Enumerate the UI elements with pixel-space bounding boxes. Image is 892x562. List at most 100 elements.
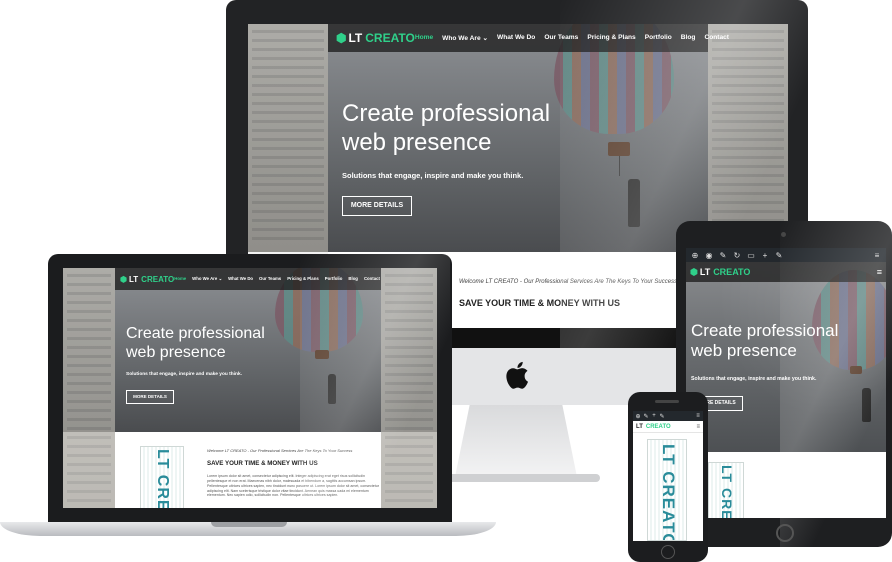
comment-icon[interactable]: ▭ (744, 251, 758, 260)
nav-item-portfolio[interactable]: Portfolio (325, 276, 343, 282)
brush-icon[interactable]: ✎ (642, 413, 650, 420)
logo-name: CREATO (713, 267, 751, 277)
site-navbar: ⬢ LT CREATO Home Who We Are ⌄ What We Do… (115, 268, 381, 290)
balloon-rope (619, 156, 620, 176)
refresh-icon[interactable]: ↻ (730, 251, 744, 260)
hamburger-menu-icon[interactable]: ≡ (696, 424, 700, 430)
welcome-text: Welcome LT CREATO - Our Professional Ser… (207, 448, 353, 453)
vertical-image-text: LT CREATO (719, 465, 735, 518)
hero-title-line: web presence (126, 344, 226, 362)
imac-stand (455, 405, 577, 477)
person-figure (628, 179, 640, 227)
nav-item-who-we-are[interactable]: Who We Are ⌄ (442, 34, 488, 42)
tablet-home-button[interactable] (776, 524, 794, 542)
logo-mark: LT (348, 31, 363, 45)
person-figure (328, 374, 336, 404)
phone-home-button[interactable] (661, 545, 675, 559)
lt-creato-vertical-image: LT CREATO (708, 462, 744, 518)
save-heading: SAVE YOUR TIME & MONEY WITH US (207, 460, 318, 467)
imac-foot (430, 474, 600, 482)
nav-item-label: Who We Are (192, 276, 218, 281)
hero-title-line: Create professional (691, 321, 839, 340)
logo-name: CREATO (645, 423, 671, 430)
chevron-down-icon: ⌄ (218, 276, 223, 281)
logo-mark: LT (636, 423, 643, 430)
site-logo[interactable]: LT CREATO (636, 424, 671, 430)
nav-item-blog[interactable]: Blog (681, 34, 696, 42)
logo-name: CREATO (365, 31, 415, 45)
tablet-camera (781, 232, 786, 237)
site-navbar: LT CREATO ≡ (633, 421, 703, 433)
nav-item-label: Who We Are (442, 35, 481, 42)
nav-item-pricing-plans[interactable]: Pricing & Plans (587, 34, 635, 42)
laptop-screen: ⬢ LT CREATO Home Who We Are ⌄ What We Do… (63, 268, 437, 508)
hero-title: Create professional web presence (126, 324, 265, 362)
nav-item-blog[interactable]: Blog (348, 276, 358, 282)
tablet-screen: ⊕ ◉ ✎ ↻ ▭ + ✎ ≡ ⬢ LT CREATO ≡ Create pro… (686, 248, 886, 518)
city-building (248, 24, 328, 252)
nav-item-what-we-do[interactable]: What We Do (228, 276, 253, 282)
logo-name: CREATO (141, 274, 175, 284)
brush-icon[interactable]: ✎ (716, 251, 730, 260)
hero-subtitle: Solutions that engage, inspire and make … (126, 372, 242, 377)
balloon-basket (315, 350, 329, 359)
menu-icon[interactable]: ≡ (694, 413, 702, 419)
edit-icon[interactable]: ✎ (772, 251, 786, 260)
wp-admin-bar: ⊕ ◉ ✎ ↻ ▭ + ✎ ≡ (686, 248, 886, 262)
lorem-paragraph: Lorem ipsum dolor sit amet, consectetur … (207, 474, 379, 498)
content-divider (448, 328, 708, 348)
nav-item-our-teams[interactable]: Our Teams (259, 276, 281, 282)
city-building (708, 24, 788, 252)
laptop-notch (211, 522, 287, 527)
site-navbar: ⬢ LT CREATO ≡ (686, 262, 886, 282)
city-building (63, 268, 115, 508)
city-building (381, 268, 437, 508)
person-figure (862, 388, 871, 422)
site-logo[interactable]: ⬢ LT CREATO (690, 267, 750, 278)
location-pin-icon: ⬢ (120, 274, 127, 284)
more-details-button[interactable]: MORE DETAILS (342, 196, 412, 216)
wp-admin-bar: ⊕ ✎ + ✎ ≡ (633, 411, 703, 421)
nav-item-contact[interactable]: Contact (704, 34, 729, 42)
site-logo[interactable]: ⬢ LT CREATO (336, 31, 415, 45)
hero-subtitle: Solutions that engage, inspire and make … (342, 171, 524, 180)
hero-title-line: web presence (342, 128, 492, 156)
site-logo[interactable]: ⬢ LT CREATO (120, 275, 174, 284)
nav-item-our-teams[interactable]: Our Teams (544, 34, 578, 42)
nav-item-pricing-plans[interactable]: Pricing & Plans (287, 276, 319, 282)
logo-mark: LT (699, 267, 711, 277)
plus-icon[interactable]: + (758, 251, 772, 260)
hero-title-line: Create professional (342, 100, 551, 127)
nav-item-what-we-do[interactable]: What We Do (497, 34, 535, 42)
nav-item-home[interactable]: Home (174, 276, 186, 282)
edit-icon[interactable]: ✎ (658, 413, 666, 420)
lt-creato-vertical-image: LT CREATO (140, 446, 184, 508)
lt-creato-vertical-image: LT CREATO (647, 439, 687, 541)
location-pin-icon: ⬢ (336, 31, 347, 45)
chevron-down-icon: ⌄ (482, 35, 488, 42)
more-details-button[interactable]: MORE DETAILS (126, 390, 174, 404)
hero-title-line: Create professional (126, 325, 265, 342)
hamburger-menu-icon[interactable]: ≡ (877, 267, 882, 277)
site-navbar: ⬢ LT CREATO Home Who We Are ⌄ What We Do… (328, 24, 729, 52)
nav-menu: Home Who We Are ⌄ What We Do Our Teams P… (415, 34, 729, 42)
logo-mark: LT (128, 274, 139, 284)
nav-item-portfolio[interactable]: Portfolio (645, 34, 672, 42)
location-pin-icon: ⬢ (690, 266, 698, 277)
nav-item-who-we-are[interactable]: Who We Are ⌄ (192, 276, 222, 282)
vertical-image-text: LT CREATO (659, 444, 678, 541)
wordpress-icon[interactable]: ⊕ (634, 413, 642, 420)
nav-menu: Home Who We Are ⌄ What We Do Our Teams P… (174, 276, 380, 282)
wordpress-icon[interactable]: ⊕ (688, 251, 702, 260)
hero-title-line: web presence (691, 341, 797, 361)
plus-icon[interactable]: + (650, 413, 658, 419)
balloon-basket (608, 142, 630, 156)
phone-speaker (655, 400, 679, 403)
nav-item-contact[interactable]: Contact (364, 276, 380, 282)
nav-item-home[interactable]: Home (415, 34, 433, 42)
hero-title: Create professional web presence (691, 321, 838, 362)
vertical-image-text: LT CREATO (154, 449, 171, 508)
gauge-icon[interactable]: ◉ (702, 251, 716, 260)
balloon-basket (850, 366, 862, 374)
menu-icon[interactable]: ≡ (870, 251, 884, 260)
